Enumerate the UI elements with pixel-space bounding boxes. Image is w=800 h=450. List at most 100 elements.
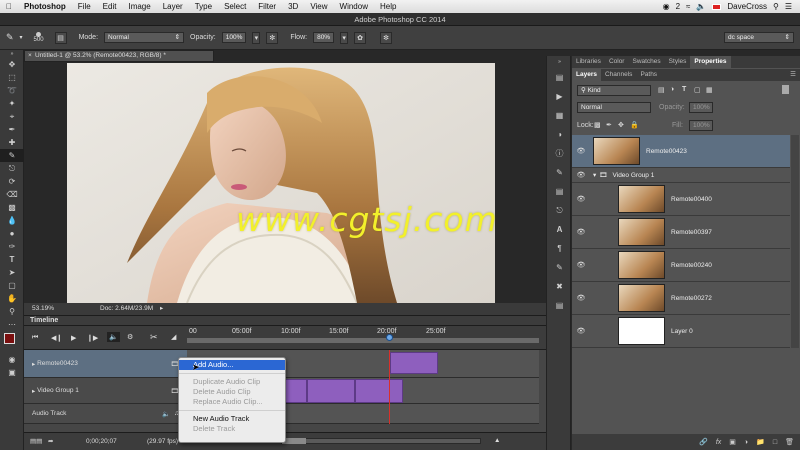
zoom-mountain-icon[interactable]: ▲ (494, 437, 500, 444)
fx-icon[interactable]: fx (716, 439, 721, 446)
tab-paths[interactable]: Paths (636, 69, 661, 81)
visibility-eye-icon[interactable]: 👁 (572, 294, 590, 302)
color-swatches[interactable] (0, 331, 24, 353)
opacity-field[interactable]: 100% (221, 32, 247, 43)
pen-tool-icon[interactable]: ✑ (0, 240, 24, 253)
tab-color[interactable]: Color (605, 56, 629, 68)
menu-item-delete-audio-clip[interactable]: Delete Audio Clip (179, 387, 285, 397)
tab-styles[interactable]: Styles (665, 56, 691, 68)
strip-collapse-icon[interactable]: » (547, 56, 572, 68)
settings-gear-icon[interactable]: ⚙ (127, 333, 133, 341)
gradient-tool-icon[interactable]: ▩ (0, 201, 24, 214)
video-clip[interactable] (355, 379, 403, 403)
track-header-video-group[interactable]: ▸ Video Group 1 🎞 (24, 378, 187, 404)
brush-panel-icon[interactable]: ▤ (547, 182, 572, 201)
more-tools-icon[interactable]: ⋯ (0, 318, 24, 331)
history-panel-icon[interactable]: ▤ (547, 68, 572, 87)
eyedropper-tool-icon[interactable]: ✒ (0, 123, 24, 136)
menu-image[interactable]: Image (122, 2, 156, 11)
quick-mask-icon[interactable]: ◉ (0, 353, 24, 366)
collapse-arrows-icon[interactable]: » (0, 50, 24, 58)
airbrush-button[interactable]: ✿ (354, 31, 367, 44)
tab-libraries[interactable]: Libraries (572, 56, 605, 68)
menu-app[interactable]: Photoshop (18, 2, 72, 11)
work-area-bar[interactable] (187, 338, 539, 343)
playhead-handle[interactable] (386, 334, 393, 341)
layer-row-remote00272[interactable]: 👁 Remote00272 (572, 282, 790, 315)
clone-stamp-tool-icon[interactable]: ⎋ (0, 162, 24, 175)
time-ruler[interactable]: 00 05:00f 10:00f 15:00f 20:00f 25:00f (187, 326, 539, 350)
new-group-icon[interactable]: 📁 (756, 438, 765, 446)
tool-presets-icon[interactable]: ✎ (547, 258, 572, 277)
track-header-audio[interactable]: Audio Track 🔈 ♫ (24, 404, 187, 424)
tab-channels[interactable]: Channels (601, 69, 636, 81)
tool-preset-dropdown[interactable]: ▾ (20, 34, 23, 41)
doc-size[interactable]: Doc: 2.64M/23.9M (100, 303, 153, 315)
delete-layer-icon[interactable]: 🗑 (785, 438, 794, 446)
layer-row-remote00400[interactable]: 👁 Remote00400 (572, 183, 790, 216)
tab-swatches[interactable]: Swatches (628, 56, 664, 68)
link-layers-icon[interactable]: 🔗 (699, 438, 708, 446)
user-name[interactable]: DaveCross (727, 2, 767, 11)
flag-icon[interactable] (712, 3, 722, 10)
menu-select[interactable]: Select (218, 2, 252, 11)
video-clip[interactable] (307, 379, 355, 403)
adjustment-layer-icon[interactable]: ◑ (744, 439, 748, 446)
play-panel-icon[interactable]: ▶ (547, 87, 572, 106)
menu-item-duplicate-audio-clip[interactable]: Duplicate Audio Clip (179, 377, 285, 387)
blur-tool-icon[interactable]: 💧 (0, 214, 24, 227)
flow-field[interactable]: 80% (313, 32, 335, 43)
menu-file[interactable]: File (72, 2, 97, 11)
filter-shape-icon[interactable]: ▢ (694, 86, 701, 94)
type-tool-icon[interactable]: T (0, 253, 24, 266)
visibility-eye-icon[interactable]: 👁 (572, 261, 590, 269)
video-clip[interactable] (390, 352, 438, 374)
pressure-opacity-button[interactable]: ✼ (266, 31, 279, 44)
next-frame-icon[interactable]: ❙▶ (87, 334, 98, 342)
mode-select[interactable]: Normal ⇕ (104, 32, 185, 43)
split-scissors-icon[interactable]: ✂ (150, 332, 158, 343)
path-select-tool-icon[interactable]: ➤ (0, 266, 24, 279)
lock-image-icon[interactable]: ✒ (606, 121, 612, 129)
adjustments-icon[interactable]: ◑ (547, 125, 572, 144)
layer-row-remote00397[interactable]: 👁 Remote00397 (572, 216, 790, 249)
layer-kind-filter[interactable]: ⚲ Kind (577, 85, 651, 96)
lock-all-icon[interactable]: 🔒 (630, 121, 639, 129)
layer-row-remote00423[interactable]: 👁 Remote00423 (572, 135, 790, 168)
healing-tool-icon[interactable]: ✚ (0, 136, 24, 149)
flow-dropdown[interactable]: ▾ (340, 31, 349, 44)
document-tab[interactable]: × Untitled-1 @ 53.2% (Remote00423, RGB/8… (24, 50, 214, 62)
canvas-image[interactable] (67, 63, 495, 303)
visibility-eye-icon[interactable]: 👁 (572, 327, 590, 335)
menu-type[interactable]: Type (189, 2, 218, 11)
zoom-level[interactable]: 53.19% (32, 303, 54, 315)
spotlight-icon[interactable]: ⚲ (773, 2, 779, 11)
layer-comps-icon[interactable]: ▦ (547, 106, 572, 125)
track-header-remote00423[interactable]: ▸ Remote00423 🎞 (24, 350, 187, 378)
menu-help[interactable]: Help (374, 2, 402, 11)
zoom-tool-icon[interactable]: ⚲ (0, 305, 24, 318)
menu-view[interactable]: View (304, 2, 333, 11)
visibility-eye-icon[interactable]: 👁 (572, 171, 590, 179)
workspace-select[interactable]: dc space ⇕ (724, 32, 794, 43)
opacity-field[interactable]: 100% (689, 102, 713, 113)
visibility-eye-icon[interactable]: 👁 (572, 195, 590, 203)
lock-transparent-icon[interactable]: ▩ (594, 121, 601, 129)
visibility-eye-icon[interactable]: 👁 (572, 228, 590, 236)
blend-mode-select[interactable]: Normal (577, 102, 651, 113)
tab-layers[interactable]: Layers (572, 69, 601, 81)
history-brush-tool-icon[interactable]: ⟳ (0, 175, 24, 188)
filter-adjust-icon[interactable]: ◑ (670, 86, 674, 93)
tab-properties[interactable]: Properties (690, 56, 731, 68)
notes-icon[interactable]: ▤ (547, 296, 572, 315)
menu-layer[interactable]: Layer (157, 2, 189, 11)
creative-cloud-icon[interactable]: ◉ (663, 2, 670, 11)
paragraph-panel-icon[interactable]: ¶ (547, 239, 572, 258)
list-icon[interactable]: ☰ (785, 2, 792, 11)
foreground-color-swatch[interactable] (4, 333, 15, 344)
screen-mode-icon[interactable]: ▣ (0, 366, 24, 379)
play-icon[interactable]: ▶ (71, 334, 76, 342)
render-video-icon[interactable]: ➦ (48, 437, 53, 445)
filter-smart-icon[interactable]: ▦ (706, 86, 713, 94)
visibility-eye-icon[interactable]: 👁 (572, 147, 590, 155)
